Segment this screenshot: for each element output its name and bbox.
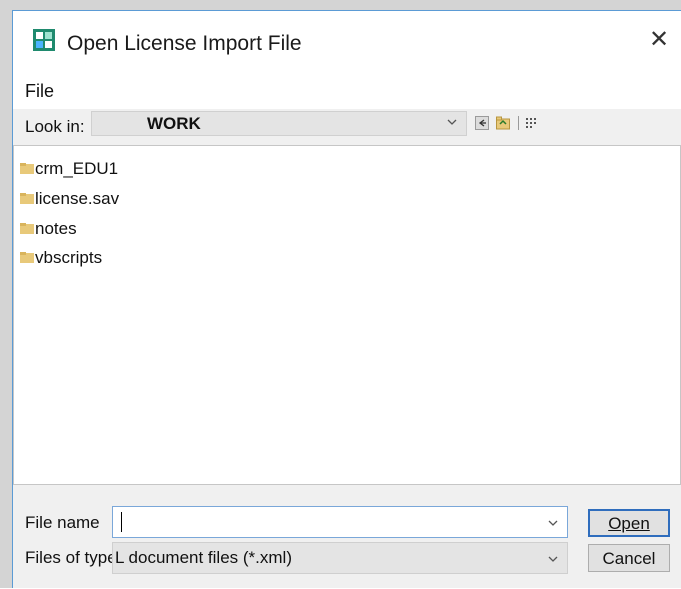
view-list-icon[interactable]	[525, 116, 539, 130]
look-in-value: WORK	[147, 114, 201, 133]
title-bar: Open License Import File ✕	[13, 11, 681, 73]
cancel-button[interactable]: Cancel	[588, 544, 670, 572]
look-in-toolbar: Look in: WORK	[13, 109, 681, 145]
back-arrow-icon[interactable]	[475, 116, 489, 130]
file-name-label: notes	[35, 219, 77, 238]
look-in-label: Look in:	[25, 117, 85, 136]
look-in-dropdown[interactable]: WORK	[91, 111, 467, 136]
file-name-input[interactable]	[117, 510, 537, 534]
chevron-down-icon[interactable]	[547, 517, 559, 529]
file-type-dropdown[interactable]: L document files (*.xml)	[112, 542, 568, 574]
file-name-label: crm_EDU1	[35, 159, 119, 178]
text-caret	[121, 512, 122, 532]
folder-icon	[20, 252, 34, 263]
close-icon[interactable]: ✕	[647, 27, 671, 53]
open-button-label: Open	[608, 514, 650, 533]
menu-bar: File	[13, 73, 681, 109]
menu-file[interactable]: File	[25, 81, 54, 102]
folder-icon	[20, 193, 34, 204]
toolbar-separator	[518, 116, 519, 130]
open-file-dialog: Open License Import File ✕ File Look in:…	[12, 10, 681, 588]
file-type-label: Files of type:	[25, 548, 122, 567]
file-name-combo[interactable]	[112, 506, 568, 538]
folder-icon	[20, 163, 34, 174]
file-name-label: File name	[25, 513, 100, 532]
license-app-icon	[33, 29, 55, 51]
dialog-footer: File name Open Files of type: L document…	[13, 485, 681, 589]
file-name-label: license.sav	[35, 189, 120, 208]
open-button[interactable]: Open	[588, 509, 670, 537]
file-list[interactable]: crm_EDU1 license.sav notes vbscripts	[13, 145, 681, 485]
file-type-value: L document files (*.xml)	[115, 548, 292, 567]
chevron-down-icon	[447, 119, 457, 125]
file-name-label: vbscripts	[35, 248, 103, 267]
dialog-title: Open License Import File	[67, 32, 302, 55]
up-folder-icon[interactable]	[496, 116, 510, 130]
folder-icon	[20, 223, 34, 234]
chevron-down-icon	[548, 556, 558, 562]
